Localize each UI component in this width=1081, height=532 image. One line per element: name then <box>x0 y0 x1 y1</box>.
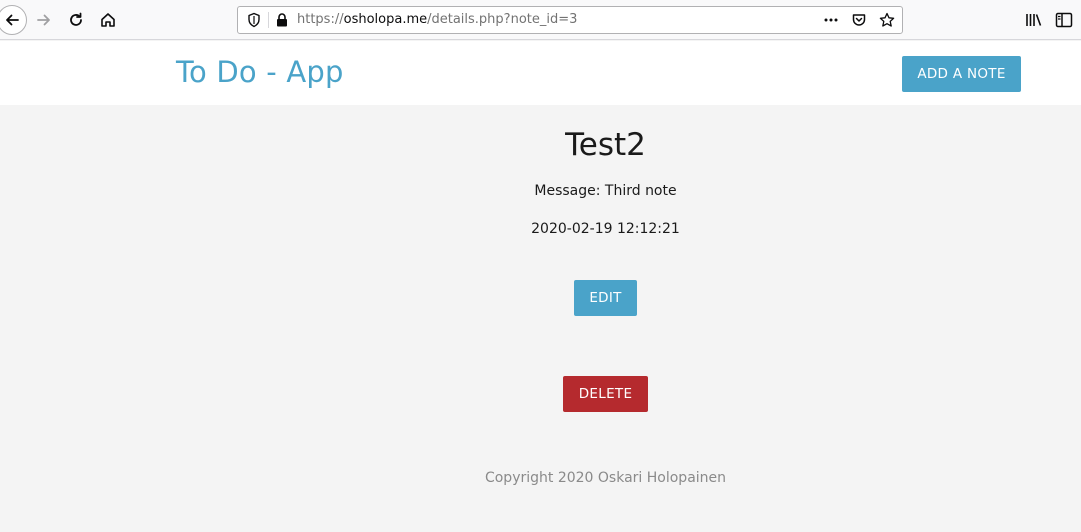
note-timestamp: 2020-02-19 12:12:21 <box>531 221 680 237</box>
url-host: osholopa.me <box>343 12 428 27</box>
url-path: /details.php?note_id=3 <box>427 12 578 27</box>
add-note-button[interactable]: ADD A NOTE <box>902 56 1021 92</box>
site-header: To Do - App ADD A NOTE <box>0 41 1081 105</box>
url-separator <box>268 12 269 28</box>
edit-button[interactable]: EDIT <box>574 280 637 316</box>
brand-title[interactable]: To Do - App <box>176 55 344 89</box>
back-button[interactable] <box>0 5 27 35</box>
pocket-icon[interactable] <box>851 12 867 28</box>
arrow-right-icon <box>37 14 50 26</box>
footer-copyright: Copyright 2020 Oskari Holopainen <box>484 470 727 486</box>
reload-icon <box>70 12 82 26</box>
home-button[interactable] <box>95 7 121 33</box>
note-title: Test2 <box>565 127 646 163</box>
lock-icon <box>277 13 287 27</box>
address-bar[interactable]: https://osholopa.me/details.php?note_id=… <box>237 6 903 34</box>
url-scheme: https:// <box>297 12 344 27</box>
library-icon[interactable] <box>1024 10 1044 30</box>
note-message: Message: Third note <box>534 183 677 199</box>
arrow-left-icon <box>6 14 19 26</box>
forward-button[interactable] <box>31 7 57 33</box>
url-text[interactable]: https://osholopa.me/details.php?note_id=… <box>297 12 577 27</box>
delete-button[interactable]: DELETE <box>563 376 648 412</box>
reload-button[interactable] <box>63 7 89 33</box>
shield-icon <box>248 12 260 28</box>
more-dots-icon[interactable] <box>823 12 839 28</box>
home-icon <box>101 13 115 27</box>
sidebar-icon[interactable] <box>1054 10 1074 30</box>
bookmark-star-icon[interactable] <box>879 12 895 28</box>
browser-toolbar: https://osholopa.me/details.php?note_id=… <box>0 0 1081 40</box>
